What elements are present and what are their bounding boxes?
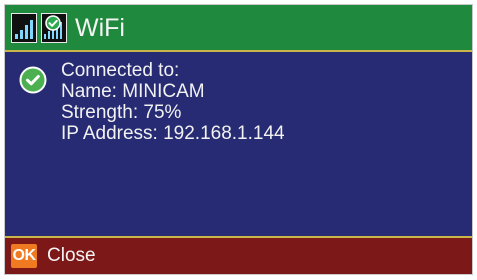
connection-panel: Connected to: Name: MINICAM Strength: 75…	[5, 52, 472, 240]
page-title: WiFi	[75, 14, 125, 42]
ok-button[interactable]: OK	[11, 244, 37, 268]
ip-address-text: IP Address: 192.168.1.144	[61, 123, 285, 144]
signal-strength-icon	[11, 13, 37, 43]
connection-info: Connected to: Name: MINICAM Strength: 75…	[61, 60, 285, 144]
display-bezel: WiFi Connected to: Name: MINICAM Strengt…	[4, 4, 473, 275]
title-bar: WiFi	[5, 5, 472, 52]
connection-heading: Connected to:	[61, 60, 180, 81]
close-label[interactable]: Close	[47, 245, 96, 267]
signal-strength-text: Strength: 75%	[61, 102, 182, 123]
wifi-status-screen: WiFi Connected to: Name: MINICAM Strengt…	[0, 0, 477, 280]
footer-bar: OK Close	[5, 236, 472, 274]
wifi-check-icon	[41, 13, 67, 43]
check-circle-icon	[19, 66, 47, 94]
network-name: Name: MINICAM	[61, 81, 205, 102]
